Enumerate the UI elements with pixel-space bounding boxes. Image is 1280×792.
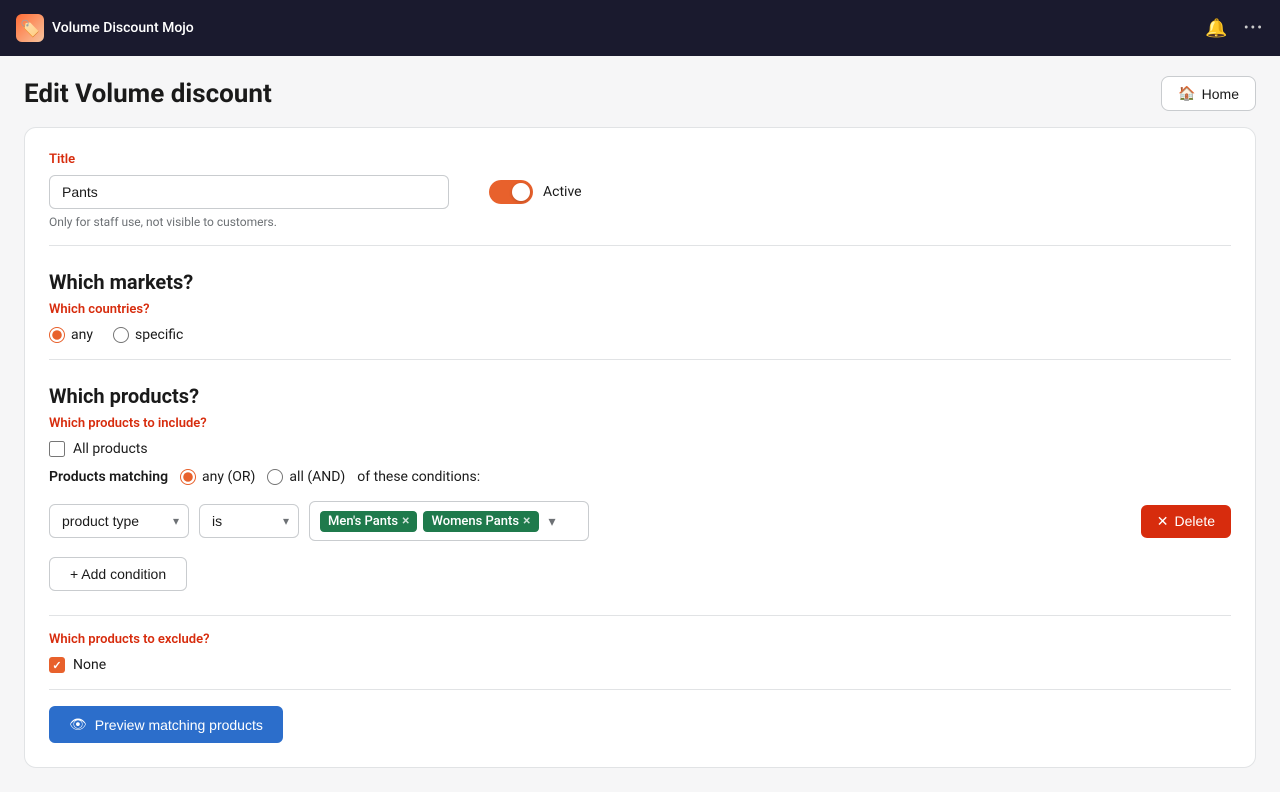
- main-content: Title Only for staff use, not visible to…: [0, 127, 1280, 792]
- tag-womens-remove[interactable]: ×: [523, 514, 530, 528]
- tag-womens-pants: Womens Pants ×: [423, 511, 538, 532]
- divider-2: [49, 359, 1231, 360]
- specific-option[interactable]: specific: [113, 327, 183, 343]
- home-button[interactable]: 🏠 Home: [1161, 76, 1256, 111]
- specific-radio[interactable]: [113, 327, 129, 343]
- app-brand: 🏷️ Volume Discount Mojo: [16, 14, 194, 42]
- markets-section: Which markets? Which countries? any spec…: [49, 270, 1231, 343]
- delete-icon: ✕: [1157, 513, 1169, 530]
- page-header: Edit Volume discount 🏠 Home: [0, 56, 1280, 127]
- topbar: 🏷️ Volume Discount Mojo 🔔 •••: [0, 0, 1280, 56]
- products-heading: Which products?: [49, 384, 1231, 408]
- matching-label: Products matching: [49, 469, 168, 485]
- active-label: Active: [543, 184, 582, 200]
- page-title: Edit Volume discount: [24, 79, 272, 109]
- specific-label: specific: [135, 327, 183, 343]
- tag-mens-pants: Men's Pants ×: [320, 511, 417, 532]
- more-icon[interactable]: •••: [1244, 20, 1264, 36]
- app-name: Volume Discount Mojo: [52, 20, 194, 36]
- conditions-text: of these conditions:: [357, 469, 480, 485]
- tag-womens-label: Womens Pants: [431, 514, 519, 529]
- add-condition-label: + Add condition: [70, 566, 166, 582]
- field-select-wrapper: product type: [49, 504, 189, 538]
- tags-dropdown-button[interactable]: ▾: [545, 511, 560, 532]
- operator-select[interactable]: is: [199, 504, 299, 538]
- countries-label: Which countries?: [49, 302, 1231, 317]
- all-and-radio[interactable]: [267, 469, 283, 485]
- preview-label: Preview matching products: [95, 717, 263, 733]
- divider-4: [49, 689, 1231, 690]
- title-helper: Only for staff use, not visible to custo…: [49, 215, 449, 229]
- products-section: Which products? Which products to includ…: [49, 384, 1231, 591]
- topbar-actions: 🔔 •••: [1205, 18, 1264, 39]
- all-products-label: All products: [73, 441, 148, 457]
- add-condition-button[interactable]: + Add condition: [49, 557, 187, 591]
- none-option[interactable]: None: [49, 657, 1231, 673]
- title-input[interactable]: [49, 175, 449, 209]
- preview-button[interactable]: 👁 Preview matching products: [49, 706, 283, 743]
- tag-mens-remove[interactable]: ×: [402, 514, 409, 528]
- condition-row: product type is Men's Pants × Womens Pan…: [49, 501, 1231, 541]
- none-label: None: [73, 657, 106, 673]
- divider-1: [49, 245, 1231, 246]
- any-or-option[interactable]: any (OR): [180, 469, 255, 485]
- tags-container[interactable]: Men's Pants × Womens Pants × ▾: [309, 501, 589, 541]
- bell-icon[interactable]: 🔔: [1205, 18, 1227, 39]
- include-label: Which products to include?: [49, 416, 1231, 431]
- exclude-label: Which products to exclude?: [49, 632, 1231, 647]
- countries-radio-group: any specific: [49, 327, 1231, 343]
- all-and-option[interactable]: all (AND): [267, 469, 345, 485]
- products-matching-row: Products matching any (OR) all (AND) of …: [49, 469, 1231, 485]
- all-and-label: all (AND): [289, 469, 345, 485]
- delete-button[interactable]: ✕ Delete: [1141, 505, 1231, 538]
- none-checkbox[interactable]: [49, 657, 65, 673]
- home-icon: 🏠: [1178, 85, 1195, 102]
- exclude-section: Which products to exclude? None: [49, 632, 1231, 673]
- operator-select-wrapper: is: [199, 504, 299, 538]
- active-toggle[interactable]: [489, 180, 533, 204]
- home-button-label: Home: [1202, 86, 1239, 102]
- any-or-label: any (OR): [202, 469, 255, 485]
- any-or-radio[interactable]: [180, 469, 196, 485]
- form-card: Title Only for staff use, not visible to…: [24, 127, 1256, 768]
- tag-mens-label: Men's Pants: [328, 514, 398, 529]
- divider-3: [49, 615, 1231, 616]
- title-label: Title: [49, 152, 449, 167]
- all-products-option[interactable]: All products: [49, 441, 1231, 457]
- delete-label: Delete: [1175, 513, 1215, 529]
- preview-icon: 👁: [69, 716, 87, 733]
- any-label: any: [71, 327, 93, 343]
- app-icon: 🏷️: [16, 14, 44, 42]
- title-section: Title Only for staff use, not visible to…: [49, 152, 1231, 229]
- markets-heading: Which markets?: [49, 270, 1231, 294]
- field-select[interactable]: product type: [49, 504, 189, 538]
- any-radio[interactable]: [49, 327, 65, 343]
- all-products-checkbox[interactable]: [49, 441, 65, 457]
- any-option[interactable]: any: [49, 327, 93, 343]
